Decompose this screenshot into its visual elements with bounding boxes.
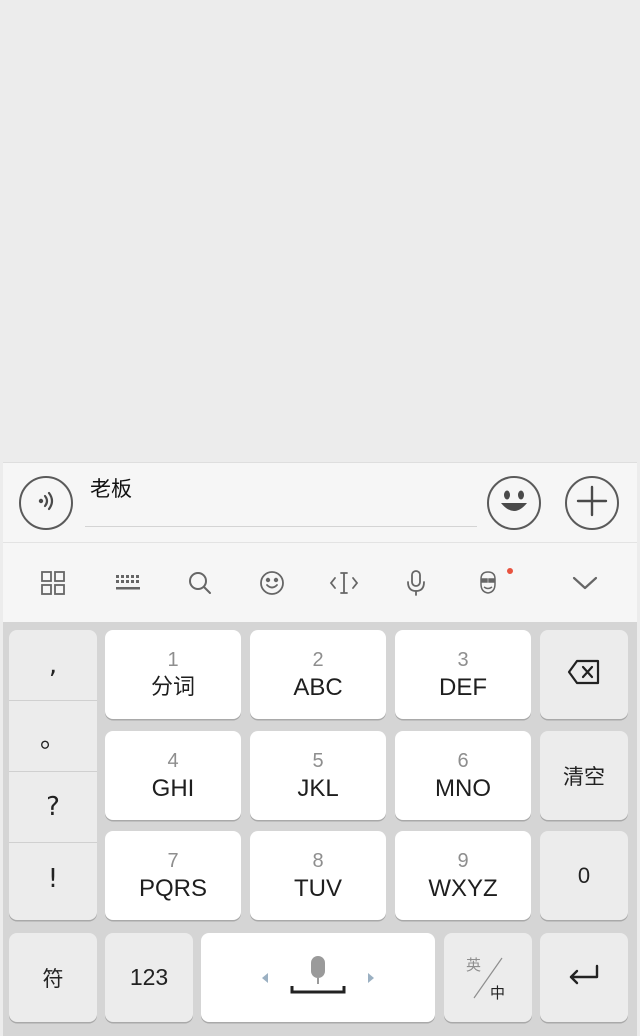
key-7-label: PQRS xyxy=(138,874,207,902)
ime-toolbar xyxy=(3,542,637,622)
search-icon[interactable] xyxy=(182,565,218,601)
avatar-skin-icon[interactable] xyxy=(470,565,506,601)
voice-wave-icon xyxy=(33,488,59,519)
notification-dot xyxy=(507,568,513,574)
key-8[interactable]: 8 TUV xyxy=(250,831,386,920)
more-button[interactable] xyxy=(565,476,619,530)
punct-period-key[interactable]: 。 xyxy=(9,701,97,772)
key-2[interactable]: 2 ABC xyxy=(250,630,386,719)
voice-input-button[interactable] xyxy=(19,476,73,530)
chat-area xyxy=(0,0,640,462)
key-3-number: 3 xyxy=(457,648,469,671)
key-9-label: WXYZ xyxy=(428,874,498,902)
language-switch-key[interactable]: 英 中 xyxy=(444,933,532,1022)
key-1-number: 1 xyxy=(167,648,179,671)
key-2-number: 2 xyxy=(312,648,324,671)
key-9[interactable]: 9 WXYZ xyxy=(395,831,531,920)
key-3[interactable]: 3 DEF xyxy=(395,630,531,719)
input-bar: 老板 xyxy=(3,462,637,542)
plus-icon xyxy=(574,483,610,524)
punctuation-column: , 。 ? ! xyxy=(9,630,97,920)
key-7[interactable]: 7 PQRS xyxy=(105,831,241,920)
grid-icon[interactable] xyxy=(35,565,71,601)
key-5-label: JKL xyxy=(297,774,339,802)
message-input[interactable]: 老板 xyxy=(85,469,477,527)
key-7-number: 7 xyxy=(167,849,179,872)
backspace-icon xyxy=(567,659,601,690)
key-8-label: TUV xyxy=(294,874,342,902)
microphone-icon[interactable] xyxy=(398,565,434,601)
enter-icon xyxy=(567,963,601,992)
numeric-key[interactable]: 123 xyxy=(105,933,193,1022)
key-6-number: 6 xyxy=(457,749,469,772)
key-3-label: DEF xyxy=(439,673,487,701)
key-6[interactable]: 6 MNO xyxy=(395,731,531,820)
key-5-number: 5 xyxy=(312,749,324,772)
backspace-key[interactable] xyxy=(540,630,628,719)
text-cursor-icon[interactable] xyxy=(326,565,362,601)
symbol-key[interactable]: 符 xyxy=(9,933,97,1022)
keyboard-icon[interactable] xyxy=(110,565,146,601)
space-mic-icon xyxy=(262,955,374,993)
t9-keyboard: , 。 ? ! 1 分词 2 ABC 3 DEF 4 GHI 5 JKL 6 M… xyxy=(3,622,637,1036)
space-key[interactable] xyxy=(201,933,435,1022)
key-5[interactable]: 5 JKL xyxy=(250,731,386,820)
key-1[interactable]: 1 分词 xyxy=(105,630,241,719)
punct-exclaim-key[interactable]: ! xyxy=(9,843,97,914)
enter-key[interactable] xyxy=(540,933,628,1022)
lang-zh-label: 中 xyxy=(490,983,506,1002)
key-0-label: 0 xyxy=(577,862,591,888)
slash-divider xyxy=(473,957,503,998)
symbol-key-label: 符 xyxy=(42,966,64,991)
lang-switch: 英 中 xyxy=(458,948,518,1008)
clear-key-label: 清空 xyxy=(563,764,605,789)
key-4-label: GHI xyxy=(151,774,195,802)
key-1-label: 分词 xyxy=(150,674,195,700)
chevron-down-icon[interactable] xyxy=(567,565,603,601)
key-4[interactable]: 4 GHI xyxy=(105,731,241,820)
numeric-key-label: 123 xyxy=(129,964,169,990)
key-4-number: 4 xyxy=(167,749,179,772)
punct-question-key[interactable]: ? xyxy=(9,772,97,843)
punct-comma-key[interactable]: , xyxy=(9,630,97,701)
message-input-text: 老板 xyxy=(90,477,132,501)
key-8-number: 8 xyxy=(312,849,324,872)
emoji-button[interactable] xyxy=(487,476,541,530)
emoji-icon[interactable] xyxy=(254,565,290,601)
key-9-number: 9 xyxy=(457,849,469,872)
smiley-face-icon xyxy=(492,479,536,528)
key-0[interactable]: 0 xyxy=(540,831,628,920)
clear-key[interactable]: 清空 xyxy=(540,731,628,820)
key-6-label: MNO xyxy=(435,774,491,802)
key-2-label: ABC xyxy=(293,673,343,701)
